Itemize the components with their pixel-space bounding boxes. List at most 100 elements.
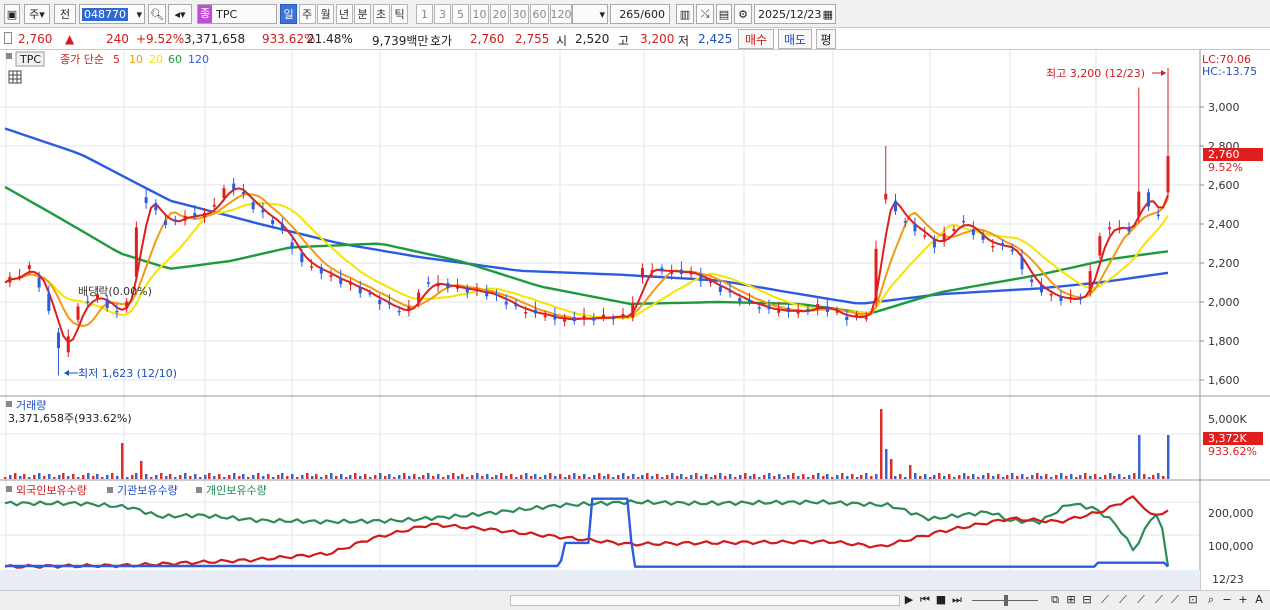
- speaker-icon[interactable]: ◂▾: [168, 4, 192, 24]
- text-tool-icon[interactable]: ⊡: [1186, 593, 1200, 607]
- volume-bar-31: [155, 475, 158, 479]
- tool-icon-2[interactable]: ⊞: [1064, 593, 1078, 607]
- volume-bar-216: [1055, 475, 1058, 479]
- volume-bar-114: [559, 474, 562, 479]
- candle-body-123: [602, 314, 606, 318]
- minute-button-1[interactable]: 1: [416, 4, 433, 24]
- period-button-2[interactable]: 월: [317, 4, 334, 24]
- count-field[interactable]: 265/600: [610, 4, 670, 24]
- buy-button[interactable]: 매수: [738, 29, 774, 49]
- candle-body-141: [689, 271, 693, 275]
- volume-bar-145: [710, 477, 713, 479]
- line-tool-icon[interactable]: ⟋: [1098, 593, 1112, 607]
- indiv-holding-line: [4, 499, 1170, 567]
- code-dropdown-icon[interactable]: ▾: [136, 8, 144, 21]
- period-button-6[interactable]: 틱: [391, 4, 408, 24]
- play-icon[interactable]: ▶: [902, 593, 916, 607]
- zoom-out-icon[interactable]: −: [1220, 593, 1234, 607]
- volume-bar-85: [418, 477, 421, 479]
- ma-10-line: [4, 193, 1169, 327]
- tool-icon-3[interactable]: ⊟: [1080, 593, 1094, 607]
- volume-bar-224: [1094, 474, 1097, 479]
- sell-button[interactable]: 매도: [778, 29, 812, 49]
- candle-body-39: [193, 213, 197, 217]
- forward-icon[interactable]: ⏭: [950, 593, 964, 607]
- volume-bar-110: [539, 477, 542, 479]
- minute-button-3[interactable]: 3: [434, 4, 451, 24]
- volume-bar-131: [641, 475, 644, 479]
- period-select[interactable]: 주 ▾: [24, 4, 50, 24]
- trade-amount: 9,739백만: [372, 34, 429, 48]
- volume-bar-205: [1002, 477, 1005, 479]
- tool-icon-1[interactable]: ⧉: [1048, 593, 1062, 607]
- volume-bar-130: [637, 477, 640, 479]
- stock-name-field[interactable]: 종 TPC: [197, 4, 277, 24]
- candle-body-69: [339, 277, 343, 284]
- volume-bar-105: [515, 477, 518, 479]
- minute-button-10[interactable]: 10: [470, 4, 489, 24]
- rewind-icon[interactable]: ⏮: [918, 593, 932, 607]
- line-tool-icon-4[interactable]: ⟋: [1152, 593, 1166, 607]
- calendar-icon[interactable]: ▦: [823, 8, 835, 21]
- prev-button[interactable]: 전: [54, 4, 76, 24]
- zoom-in-icon[interactable]: +: [1236, 593, 1250, 607]
- volume-bar-41: [204, 475, 207, 479]
- screen-menu-icon[interactable]: ▣: [4, 4, 20, 24]
- volume-title: 거래량: [16, 399, 46, 412]
- line-tool-icon-3[interactable]: ⟋: [1134, 593, 1148, 607]
- volume-bar-81: [398, 475, 401, 479]
- volume-bar-143: [700, 476, 703, 479]
- draw-tool-icon[interactable]: ⤯: [696, 4, 714, 24]
- candle-body-53: [261, 209, 265, 213]
- current-price: 2,760: [18, 32, 53, 46]
- count-dropdown[interactable]: ▾: [572, 4, 608, 24]
- stop-icon[interactable]: ■: [934, 593, 948, 607]
- volume-bar-19: [96, 474, 99, 479]
- volume-bar-209: [1021, 474, 1024, 479]
- volume-bar-91: [447, 475, 450, 479]
- volume-bar-113: [554, 476, 557, 479]
- period-button-4[interactable]: 분: [354, 4, 371, 24]
- scroll-track[interactable]: [510, 595, 900, 606]
- search-icon[interactable]: 🔍︎: [148, 4, 166, 24]
- volume-bar-45: [223, 477, 226, 479]
- candle-type-icon[interactable]: ▥: [676, 4, 694, 24]
- stock-chart[interactable]: 2024/112025/0102030405060708091011123,00…: [0, 50, 1270, 590]
- minute-button-20[interactable]: 20: [490, 4, 509, 24]
- date-field[interactable]: 2025/12/23 ▦: [754, 4, 836, 24]
- volume-bar-225: [1099, 477, 1102, 479]
- volume-bar-40: [199, 477, 202, 479]
- save-icon[interactable]: ▤: [716, 4, 732, 24]
- volume-bar-88: [432, 476, 435, 479]
- zoom-slider-thumb[interactable]: [1004, 595, 1008, 606]
- volume-bar-58: [286, 476, 289, 479]
- code-input[interactable]: 048770 ▾: [79, 4, 145, 24]
- settings-icon[interactable]: ⚙: [734, 4, 752, 24]
- candle-body-139: [679, 269, 683, 274]
- zoom-icon[interactable]: ⌕: [1204, 593, 1218, 607]
- avg-button[interactable]: 평: [816, 29, 836, 49]
- period-button-3[interactable]: 년: [335, 4, 353, 24]
- volume-bar-190: [929, 477, 932, 479]
- line-tool-icon-5[interactable]: ⟋: [1168, 593, 1182, 607]
- minute-button-30[interactable]: 30: [510, 4, 529, 24]
- volume-bar-156: [763, 475, 766, 479]
- volume-bar-154: [753, 474, 756, 479]
- font-icon[interactable]: A: [1252, 593, 1266, 607]
- candle-body-207: [1010, 249, 1014, 252]
- chart-table-icon[interactable]: [8, 70, 22, 84]
- legend-sep-icon-2: [196, 487, 202, 493]
- volume-bar-232: [1133, 473, 1136, 479]
- minute-button-120[interactable]: 120: [550, 4, 572, 24]
- candle-body-103: [504, 301, 508, 305]
- volume-bar-157: [768, 473, 771, 479]
- minute-button-5[interactable]: 5: [452, 4, 469, 24]
- candle-body-21: [105, 299, 109, 309]
- period-button-0[interactable]: 일: [280, 4, 297, 24]
- line-tool-icon-2[interactable]: ⟋: [1116, 593, 1130, 607]
- candle-body-41: [203, 212, 207, 218]
- minute-button-60[interactable]: 60: [530, 4, 549, 24]
- candle-body-195: [952, 229, 956, 232]
- period-button-5[interactable]: 초: [372, 4, 390, 24]
- period-button-1[interactable]: 주: [298, 4, 316, 24]
